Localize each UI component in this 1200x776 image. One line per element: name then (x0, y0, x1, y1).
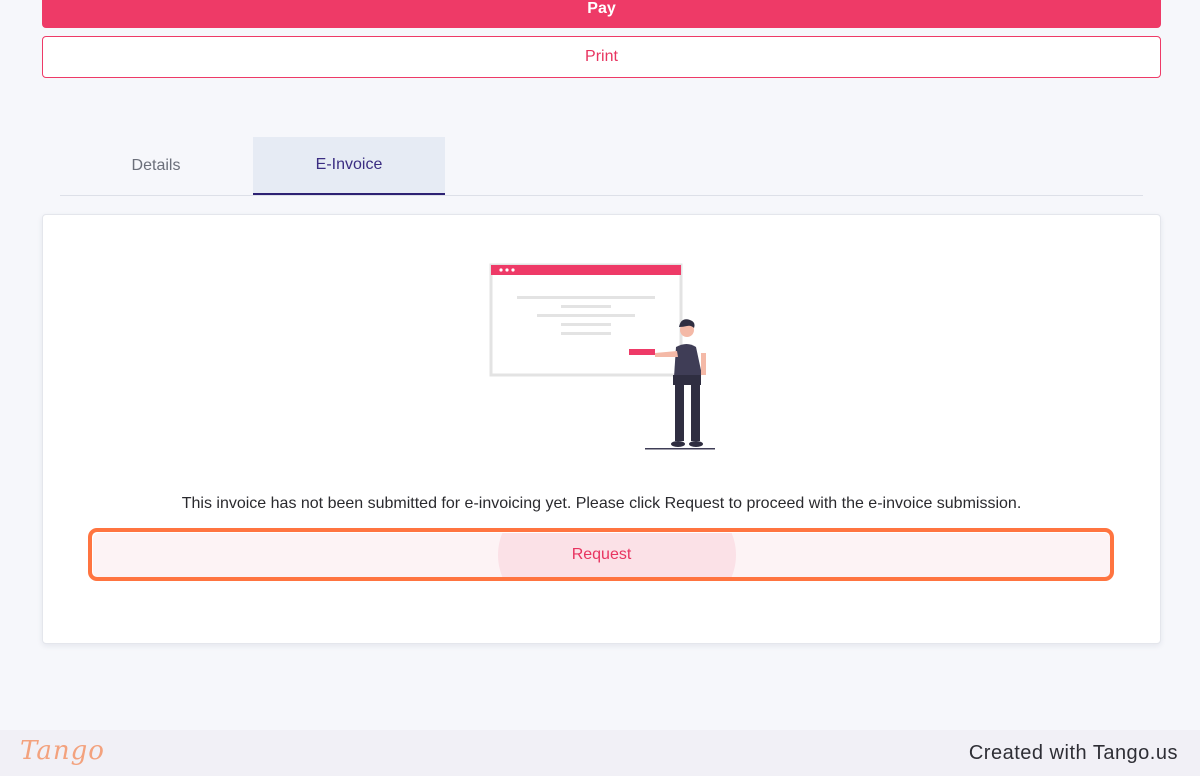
footer-caption: Created with Tango.us (968, 742, 1178, 764)
invoice-page: Pay Print Details E-Invoice This invoice… (0, 0, 1200, 776)
tab-details[interactable]: Details (60, 137, 252, 195)
tab-e-invoice[interactable]: E-Invoice (253, 137, 445, 195)
invoice-tabs: Details E-Invoice (60, 137, 1143, 196)
tango-logo: Tango (20, 736, 105, 766)
submission-status-message: This invoice has not been submitted for … (181, 495, 1022, 512)
request-button-label: Request (571, 546, 632, 563)
person-presenting-illustration (489, 263, 715, 450)
e-invoice-panel: This invoice has not been submitted for … (42, 214, 1161, 644)
pay-button[interactable]: Pay (42, 0, 1161, 28)
print-button[interactable]: Print (42, 36, 1161, 78)
request-button[interactable]: Request (93, 533, 1110, 577)
footer: Tango Created with Tango.us (0, 730, 1200, 776)
